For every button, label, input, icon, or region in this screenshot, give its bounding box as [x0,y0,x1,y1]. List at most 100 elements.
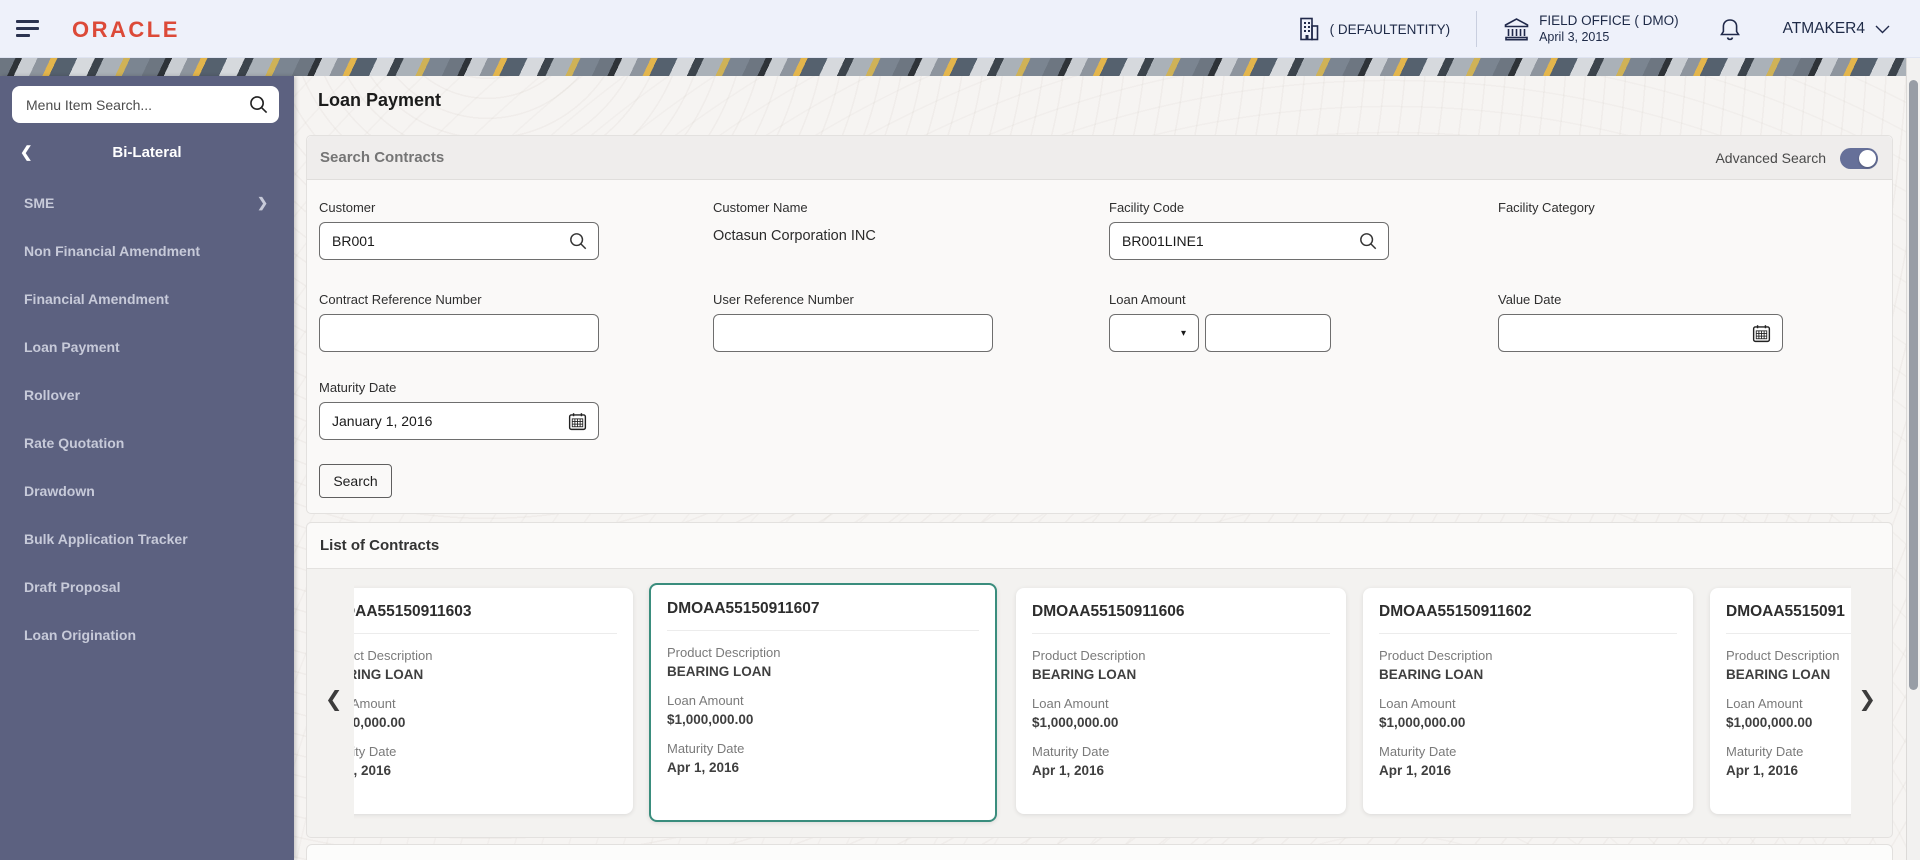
branch-date: April 3, 2015 [1539,29,1610,44]
user-menu[interactable]: ATMAKER4 [1783,20,1890,38]
contract-card[interactable]: DMOAA55150911603 Product Description BEA… [354,588,633,814]
search-icon[interactable] [568,231,588,251]
advanced-search-control: Advanced Search [1715,136,1878,180]
loan-amount-label: Loan Amount [667,693,744,708]
page-title: Loan Payment [318,90,442,110]
maturity-date-label: Maturity Date [1726,744,1804,759]
contract-id: DMOAA55150911607 [667,600,979,631]
next-section-partial [306,844,1893,860]
maturity-date-label: Maturity Date [319,380,397,395]
username: ATMAKER4 [1782,20,1865,37]
search-icon[interactable] [1358,231,1378,251]
calendar-icon[interactable] [1751,323,1772,344]
loan-amount-value: $1,000,000.00 [667,712,754,727]
notifications-bell-icon[interactable] [1719,17,1741,42]
contract-reference-number-field [319,314,599,352]
sidebar-item-loan-origination[interactable]: Loan Origination [0,611,294,659]
loan-amount-value: $1,000,000.00 [1032,715,1119,730]
entity-label: ( DEFAULTENTITY) [1329,21,1451,37]
search-panel-header: Search Contracts Advanced Search [307,136,1892,180]
carousel-viewport: DMOAA55150911603 Product Description BEA… [354,583,1851,829]
loan-amount-label: Loan Amount [354,696,396,711]
sidebar-item-drawdown[interactable]: Drawdown [0,467,294,515]
product-description-label: Product Description [1726,648,1840,663]
carousel-left-arrow-icon[interactable]: ❮ [325,689,343,710]
loan-amount-input[interactable] [1218,325,1320,341]
sidebar: ❮ Bi-Lateral SME ❯ Non Financial Amendme… [0,76,294,860]
sidebar-item-sme[interactable]: SME ❯ [0,179,294,227]
product-description-label: Product Description [1379,648,1493,663]
maturity-date-field [319,402,599,440]
contract-card-selected[interactable]: DMOAA55150911607 Product Description BEA… [649,583,997,822]
calendar-icon[interactable] [567,411,588,432]
maturity-date-value: Apr 1, 2016 [1032,763,1105,778]
advanced-search-label: Advanced Search [1715,150,1826,166]
search-icon[interactable] [248,94,269,115]
maturity-date-label: Maturity Date [1032,744,1110,759]
scrollbar-thumb[interactable] [1909,80,1918,690]
customer-field [319,222,599,260]
contract-card[interactable]: DMOAA5515091 Product Description BEARING… [1710,588,1851,814]
sidebar-item-bulk-application-tracker[interactable]: Bulk Application Tracker [0,515,294,563]
sidebar-item-non-financial-amendment[interactable]: Non Financial Amendment [0,227,294,275]
maturity-date-value: Apr 1, 2016 [1379,763,1452,778]
product-description-label: Product Description [667,645,781,660]
branch-selector[interactable]: FIELD OFFICE ( DMO) April 3, 2015 [1503,13,1679,46]
vertical-scrollbar[interactable] [1906,58,1920,860]
loan-amount-field [1205,314,1331,352]
loan-amount-value: $1,000,000.00 [354,715,406,730]
customer-name-value: Octasun Corporation INC [713,228,876,244]
app-header: ORACLE ( DEFAULTENTITY) FIELD OFFICE (D… [0,0,1920,58]
sidebar-section-header: ❮ Bi-Lateral [0,138,294,168]
facility-category-label: Facility Category [1498,200,1595,215]
loan-amount-value: $1,000,000.00 [1379,715,1466,730]
sidebar-item-rollover[interactable]: Rollover [0,371,294,419]
product-description-value: BEARING LOAN [1379,667,1484,682]
maturity-date-value: Apr 1, 2016 [1726,763,1799,778]
hamburger-menu-icon[interactable] [16,20,42,39]
menu-search-input[interactable] [26,96,248,113]
caret-down-icon: ▾ [1180,327,1186,339]
building-icon [1299,17,1318,41]
bank-icon [1504,18,1529,41]
value-date-input[interactable] [1511,325,1751,341]
toggle-knob [1859,149,1876,167]
sidebar-item-draft-proposal[interactable]: Draft Proposal [0,563,294,611]
contract-card[interactable]: DMOAA55150911606 Product Description BEA… [1016,588,1346,814]
maturity-date-value: Apr 1, 2016 [667,760,740,775]
loan-amount-label: Loan Amount [1726,696,1803,711]
product-description-label: Product Description [1032,648,1146,663]
customer-name-label: Customer Name [713,200,808,215]
sidebar-item-rate-quotation[interactable]: Rate Quotation [0,419,294,467]
product-description-value: BEARING LOAN [667,664,772,679]
carousel-right-arrow-icon[interactable]: ❯ [1858,689,1876,710]
loan-amount-value: $1,000,000.00 [1726,715,1813,730]
search-panel-title: Search Contracts [320,149,445,166]
loan-amount-currency-select[interactable]: ▾ [1109,314,1199,352]
contracts-carousel: ❮ ❯ DMOAA55150911603 Product Description… [307,569,1892,837]
list-panel-title: List of Contracts [320,537,440,554]
contract-reference-number-input[interactable] [332,325,588,341]
maturity-date-value: Apr 1, 2016 [354,763,392,778]
maturity-date-input[interactable] [332,413,567,429]
contract-reference-number-label: Contract Reference Number [319,292,482,307]
sidebar-item-loan-payment[interactable]: Loan Payment [0,323,294,371]
contract-card[interactable]: DMOAA55150911602 Product Description BEA… [1363,588,1693,814]
list-panel-header: List of Contracts [307,523,1892,569]
search-contracts-panel: Search Contracts Advanced Search Custome… [306,135,1893,514]
value-date-field [1498,314,1783,352]
facility-code-input[interactable] [1122,233,1358,249]
contract-id: DMOAA55150911606 [1032,603,1330,634]
maturity-date-label: Maturity Date [667,741,745,756]
product-description-value: BEARING LOAN [1032,667,1137,682]
loan-amount-label: Loan Amount [1032,696,1109,711]
value-date-label: Value Date [1498,292,1562,307]
product-description-label: Product Description [354,648,433,663]
entity-selector[interactable]: ( DEFAULTENTITY) [1297,16,1451,42]
customer-label: Customer [319,200,376,215]
customer-input[interactable] [332,233,568,249]
search-button[interactable]: Search [319,464,392,498]
advanced-search-toggle[interactable] [1840,147,1878,169]
user-reference-number-input[interactable] [726,325,982,341]
sidebar-item-financial-amendment[interactable]: Financial Amendment [0,275,294,323]
